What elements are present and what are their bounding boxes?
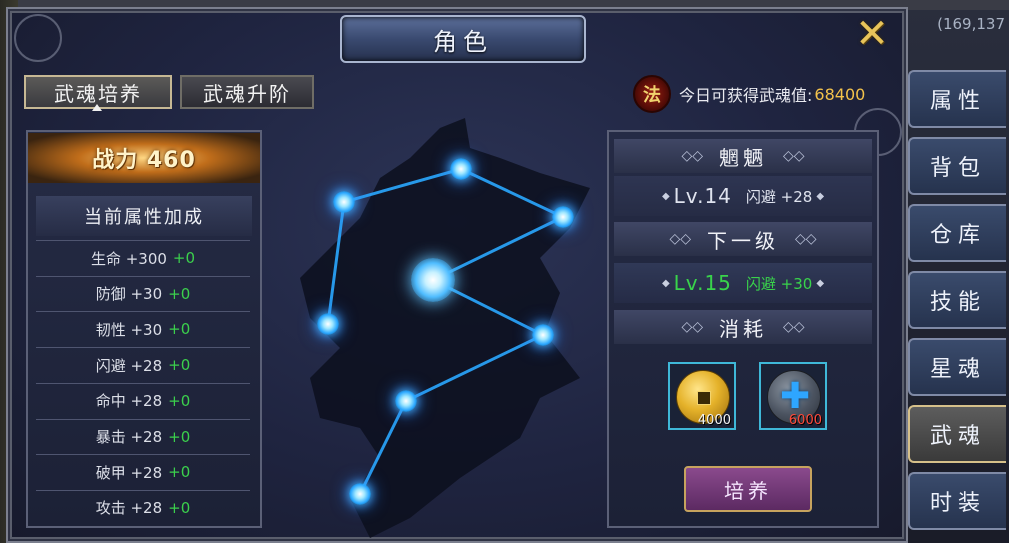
stat-label: 防御 +30 (95, 285, 163, 304)
stat-bonus: +0 (168, 427, 191, 446)
constellation-node[interactable] (317, 313, 339, 335)
next-level-row: ◆ Lv.15 闪避 +30 ◆ (614, 263, 872, 303)
next-attr: 闪避 +30 (745, 274, 813, 293)
cost-item-stone[interactable]: ✚ 6000 (759, 362, 827, 430)
stat-row: 破甲 +28 +0 (36, 454, 250, 489)
tab-label: 武魂培养 (54, 81, 142, 106)
constellation-node[interactable] (349, 483, 371, 505)
stat-bonus: +0 (172, 249, 196, 267)
constellation-node[interactable] (552, 206, 574, 228)
tab-soul-upgrade[interactable]: 武魂升阶 (180, 75, 314, 109)
combat-power: 战力 460 (28, 133, 260, 183)
current-level: Lv.14 (673, 184, 732, 208)
side-tab[interactable]: 星魂 (908, 338, 1006, 396)
coin-count: 4000 (697, 413, 731, 428)
stat-label: 闪避 +28 (95, 356, 163, 375)
side-tab-label: 仓库 (929, 223, 986, 248)
ornament-icon: ◇◇ (681, 148, 703, 164)
soul-points-info: 法 今日可获得武魂值: 68400 (633, 75, 866, 113)
current-attr: 闪避 +28 (745, 187, 813, 206)
active-tab-indicator (92, 104, 102, 111)
side-tab[interactable]: 仓库 (908, 204, 1006, 262)
ornament-icon: ◇◇ (783, 319, 805, 335)
constellation-node[interactable] (333, 191, 355, 213)
stat-row: 暴击 +28 +0 (36, 418, 250, 454)
window-title-plate: 角色 (340, 15, 586, 63)
current-level-row: ◆ Lv.14 闪避 +28 ◆ (614, 176, 872, 216)
side-tab-label: 属性 (929, 89, 986, 114)
soul-points-label: 今日可获得武魂值: (679, 86, 813, 105)
next-level-title: 下一级 (707, 228, 779, 253)
side-tab-label: 时装 (929, 491, 986, 516)
dot-icon: ◆ (661, 277, 670, 289)
constellation-node[interactable] (395, 390, 417, 412)
game-screen: (169,137 角色 ✕ 武魂培养 武魂升阶 法 今日可获得武魂值: 6840… (0, 0, 1009, 543)
dot-icon: ◆ (661, 190, 670, 202)
dot-icon: ◆ (816, 277, 825, 289)
soul-name-banner: ◇◇ 魍魉 ◇◇ (614, 139, 872, 173)
soul-badge-icon: 法 (633, 75, 671, 113)
close-icon: ✕ (855, 11, 889, 57)
stat-row: 闪避 +28 +0 (36, 347, 250, 382)
next-level: Lv.15 (673, 271, 732, 295)
tab-label: 武魂升阶 (203, 81, 291, 106)
ornament-icon: ◇◇ (681, 319, 703, 335)
stat-bonus: +0 (168, 463, 191, 482)
constellation-node[interactable] (532, 324, 554, 346)
side-tab-label: 背包 (929, 156, 986, 181)
stat-label: 暴击 +28 (95, 428, 163, 446)
cost-banner: ◇◇ 消耗 ◇◇ (614, 310, 872, 344)
corner-ornament (14, 14, 62, 62)
constellation-core[interactable] (411, 258, 455, 302)
stat-row: 生命 +300 +0 (36, 240, 250, 275)
stat-row: 韧性 +30 +0 (36, 311, 250, 346)
side-tab[interactable]: 属性 (908, 70, 1006, 128)
cost-title: 消耗 (719, 316, 767, 341)
stat-label: 韧性 +30 (95, 320, 163, 339)
ornament-icon: ◇◇ (669, 231, 691, 247)
stat-label: 攻击 +28 (95, 499, 163, 518)
stat-bonus: +0 (168, 498, 191, 517)
stat-bonus: +0 (168, 391, 191, 410)
dot-icon: ◆ (816, 190, 825, 202)
train-label: 培养 (724, 478, 772, 503)
train-button[interactable]: 培养 (684, 466, 812, 512)
side-tab[interactable]: 背包 (908, 137, 1006, 195)
window-title: 角色 (433, 27, 493, 56)
ornament-icon: ◇◇ (795, 231, 817, 247)
stat-bonus: +0 (168, 356, 191, 375)
side-tab[interactable]: 时装 (908, 472, 1006, 530)
side-tab-label: 技能 (929, 290, 986, 315)
soul-points-value: 68400 (814, 84, 866, 104)
stat-bonus: +0 (168, 284, 191, 303)
stone-count: 6000 (788, 413, 822, 428)
stat-bonus: +0 (168, 320, 191, 339)
stats-title: 当前属性加成 (36, 196, 252, 236)
stat-row: 防御 +30 +0 (36, 275, 250, 311)
close-button[interactable]: ✕ (852, 11, 892, 57)
stat-row: 攻击 +28 +0 (36, 489, 250, 525)
cost-item-coin[interactable]: 4000 (668, 362, 736, 430)
ornament-icon: ◇◇ (783, 148, 805, 164)
side-tab-label: 武魂 (929, 424, 986, 449)
constellation-node[interactable] (450, 158, 472, 180)
side-tab[interactable]: 武魂 (908, 405, 1006, 463)
next-level-banner: ◇◇ 下一级 ◇◇ (614, 222, 872, 256)
stat-row: 命中 +28 +0 (36, 382, 250, 418)
side-tab[interactable]: 技能 (908, 271, 1006, 329)
side-tab-label: 星魂 (929, 357, 986, 382)
background-coords: (169,137 (937, 15, 1005, 33)
stat-label: 生命 +300 (90, 249, 167, 268)
stat-label: 破甲 +28 (95, 463, 163, 482)
stat-label: 命中 +28 (95, 392, 163, 411)
soul-name: 魍魉 (719, 145, 767, 170)
